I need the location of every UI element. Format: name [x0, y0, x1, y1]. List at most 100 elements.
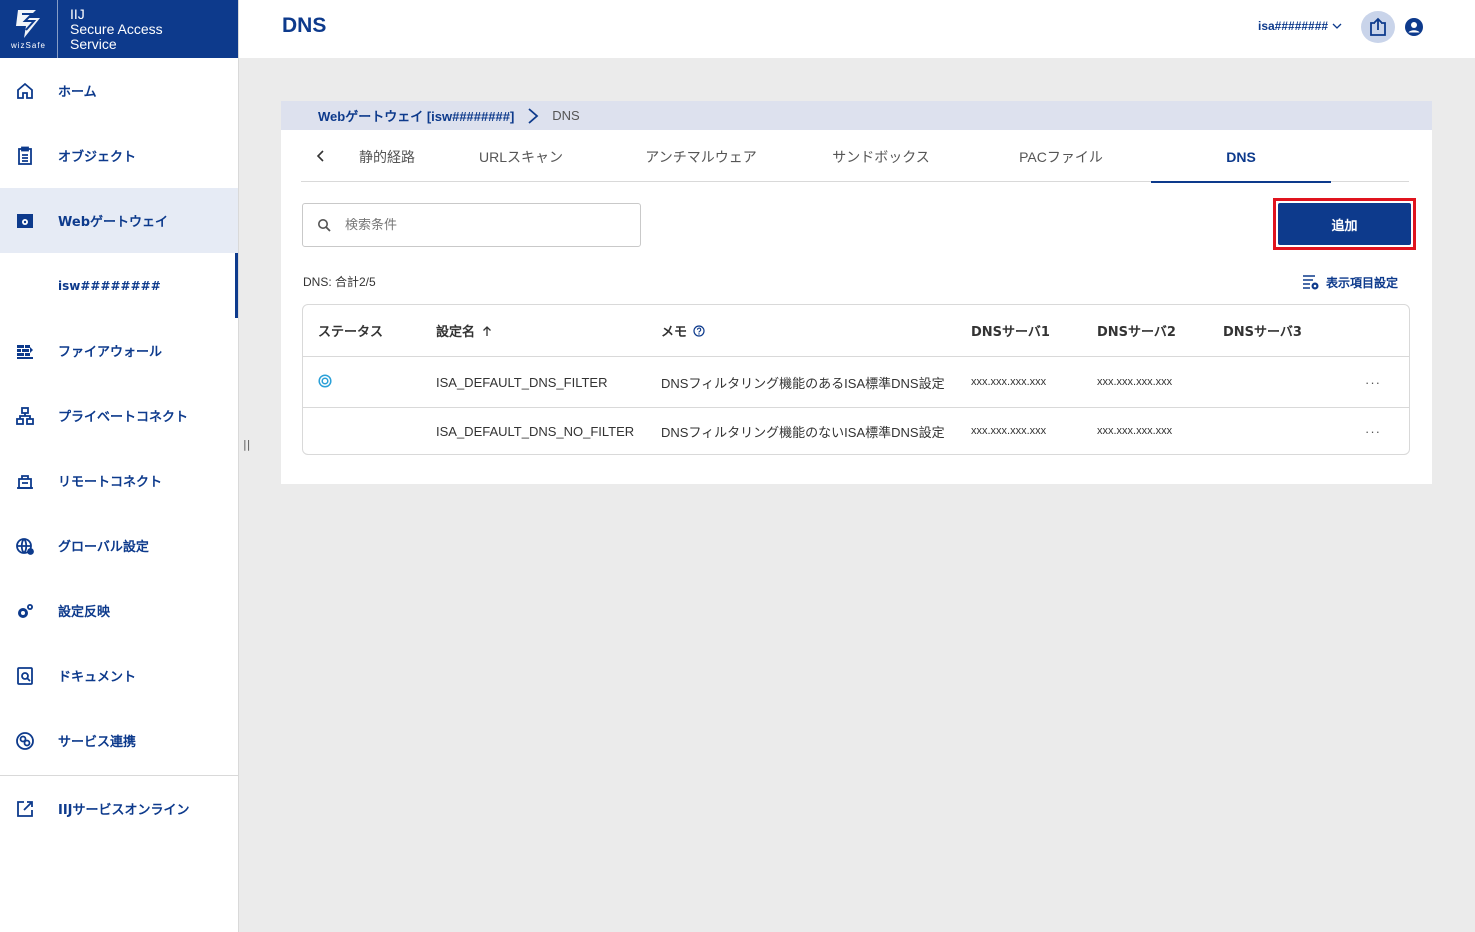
service-name-line1: IIJ	[70, 5, 85, 22]
web-gateway-icon	[14, 210, 36, 232]
sidebar-item-label: Webゲートウェイ	[58, 215, 168, 230]
add-button-highlight: 追加	[1273, 198, 1416, 250]
sidebar-item-label: サービス連携	[58, 735, 137, 750]
sidebar-collapse-handle[interactable]: ||	[243, 438, 250, 451]
sidebar-item-label: IIJサービスオンライン	[58, 803, 190, 818]
breadcrumb: Webゲートウェイ [isw########] DNS	[281, 101, 1432, 130]
row-menu-icon[interactable]: ···	[1348, 424, 1409, 439]
globe-gear-icon	[14, 535, 36, 557]
sidebar-item-global-settings[interactable]: グローバル設定	[0, 513, 238, 578]
user-name: isa########	[1258, 19, 1329, 33]
tab-anti-malware[interactable]: アンチマルウェア	[611, 130, 791, 182]
clipboard-icon	[14, 145, 36, 167]
sidebar-item-private-connect[interactable]: プライベートコネクト	[0, 383, 238, 448]
sidebar-item-label: ファイアウォール	[58, 345, 163, 360]
tab-bar: 静的経路 URLスキャン アンチマルウェア サンドボックス PACファイル DN…	[301, 130, 1409, 183]
sidebar-item-label: ホーム	[58, 85, 97, 100]
sidebar-item-remote-connect[interactable]: リモートコネクト	[0, 448, 238, 513]
sidebar: wizSafe IIJ Secure Access Service ホーム オブ…	[0, 0, 239, 932]
sort-ascending-icon	[483, 325, 491, 336]
firewall-icon	[14, 340, 36, 362]
name-cell: ISA_DEFAULT_DNS_NO_FILTER	[436, 423, 635, 439]
status-cell	[303, 373, 421, 391]
dns-table: ステータス 設定名 メモ DNSサーバ1 DNSサーバ2 DNSサーバ3 ISA…	[302, 304, 1410, 455]
external-link-icon	[14, 798, 36, 820]
sidebar-item-apply-settings[interactable]: 設定反映	[0, 578, 238, 643]
document-icon	[14, 665, 36, 687]
sidebar-item-label: グローバル設定	[58, 540, 149, 555]
sidebar-item-home[interactable]: ホーム	[0, 58, 238, 123]
sidebar-item-label: 設定反映	[58, 605, 111, 620]
dns1-cell: xxx.xxx.xxx.xxx	[971, 376, 1047, 388]
logo-text: wizSafe	[10, 41, 46, 50]
breadcrumb-current: DNS	[552, 108, 580, 123]
record-count: DNS: 合計2/5	[303, 275, 376, 289]
sidebar-item-label: ドキュメント	[58, 670, 137, 685]
header-name-sortable[interactable]: 設定名	[421, 321, 646, 340]
table-row[interactable]: ISA_DEFAULT_DNS_NO_FILTER DNSフィルタリング機能のな…	[303, 407, 1409, 454]
tab-sandbox[interactable]: サンドボックス	[791, 130, 971, 182]
wizsafe-logo: wizSafe	[0, 0, 58, 58]
search-box[interactable]	[302, 203, 641, 247]
network-icon	[14, 405, 36, 427]
sidebar-nav: ホーム オブジェクト Webゲートウェイ isw######## ファイアウォー…	[0, 58, 238, 841]
sidebar-item-firewall[interactable]: ファイアウォール	[0, 318, 238, 383]
service-name-line3: Service	[70, 35, 117, 52]
table-header-row: ステータス 設定名 メモ DNSサーバ1 DNSサーバ2 DNSサーバ3	[303, 305, 1409, 357]
search-input[interactable]	[345, 217, 625, 233]
sidebar-item-label: オブジェクト	[58, 150, 137, 165]
header-status: ステータス	[318, 325, 384, 340]
link-circle-icon	[14, 730, 36, 752]
chevron-right-icon	[526, 107, 540, 125]
help-icon[interactable]	[693, 324, 705, 337]
logo-mark-icon	[15, 10, 40, 38]
content-panel: Webゲートウェイ [isw########] DNS 静的経路 URLスキャン…	[281, 101, 1432, 484]
table-row[interactable]: ISA_DEFAULT_DNS_FILTER DNSフィルタリング機能のあるIS…	[303, 357, 1409, 407]
tab-pac-file[interactable]: PACファイル	[971, 130, 1151, 182]
header-dns3: DNSサーバ3	[1223, 325, 1302, 340]
header-name-label: 設定名	[436, 325, 476, 340]
search-icon	[318, 219, 331, 232]
sidebar-item-service-integration[interactable]: サービス連携	[0, 708, 238, 773]
tab-dns[interactable]: DNS	[1151, 130, 1331, 183]
sidebar-item-label: リモートコネクト	[58, 475, 163, 490]
top-bar: DNS isa########	[239, 0, 1475, 58]
active-status-icon	[318, 373, 332, 388]
column-settings-button[interactable]: 表示項目設定	[1302, 273, 1398, 291]
sidebar-subitem-isw[interactable]: isw########	[0, 253, 238, 318]
dns2-cell: xxx.xxx.xxx.xxx	[1097, 425, 1173, 437]
header-dns1: DNSサーバ1	[971, 325, 1050, 340]
brand-header[interactable]: wizSafe IIJ Secure Access Service	[0, 0, 238, 58]
row-menu-icon[interactable]: ···	[1348, 375, 1409, 390]
user-menu[interactable]: isa########	[1258, 19, 1342, 33]
header-dns2: DNSサーバ2	[1097, 325, 1176, 340]
dns2-cell: xxx.xxx.xxx.xxx	[1097, 376, 1173, 388]
sidebar-item-objects[interactable]: オブジェクト	[0, 123, 238, 188]
header-memo: メモ	[646, 321, 956, 340]
header-memo-label: メモ	[661, 325, 688, 340]
dns1-cell: xxx.xxx.xxx.xxx	[971, 425, 1047, 437]
list-settings-icon	[1303, 275, 1319, 290]
share-button[interactable]	[1361, 11, 1395, 43]
home-icon	[14, 80, 36, 102]
page-title: DNS	[282, 14, 327, 37]
tab-static-route[interactable]: 静的経路	[341, 130, 431, 182]
remote-icon	[14, 470, 36, 492]
chevron-down-icon	[1332, 23, 1342, 29]
tab-scroll-left-icon[interactable]	[301, 149, 341, 162]
account-icon[interactable]	[1404, 17, 1424, 37]
share-icon	[1370, 17, 1386, 36]
sidebar-item-documents[interactable]: ドキュメント	[0, 643, 238, 708]
tab-url-scan[interactable]: URLスキャン	[431, 130, 611, 182]
memo-cell: DNSフィルタリング機能のあるISA標準DNS設定	[661, 375, 945, 391]
add-button[interactable]: 追加	[1278, 203, 1411, 245]
service-name: IIJ Secure Access Service	[58, 5, 163, 52]
service-name-line2: Secure Access	[70, 20, 163, 37]
breadcrumb-parent-link[interactable]: Webゲートウェイ [isw########]	[318, 106, 514, 125]
sidebar-item-label: プライベートコネクト	[58, 410, 189, 425]
sidebar-item-web-gateway[interactable]: Webゲートウェイ	[0, 188, 238, 253]
sidebar-item-iij-online[interactable]: IIJサービスオンライン	[0, 776, 238, 841]
name-cell: ISA_DEFAULT_DNS_FILTER	[436, 374, 608, 390]
memo-cell: DNSフィルタリング機能のないISA標準DNS設定	[661, 424, 945, 440]
column-settings-label: 表示項目設定	[1326, 275, 1399, 290]
